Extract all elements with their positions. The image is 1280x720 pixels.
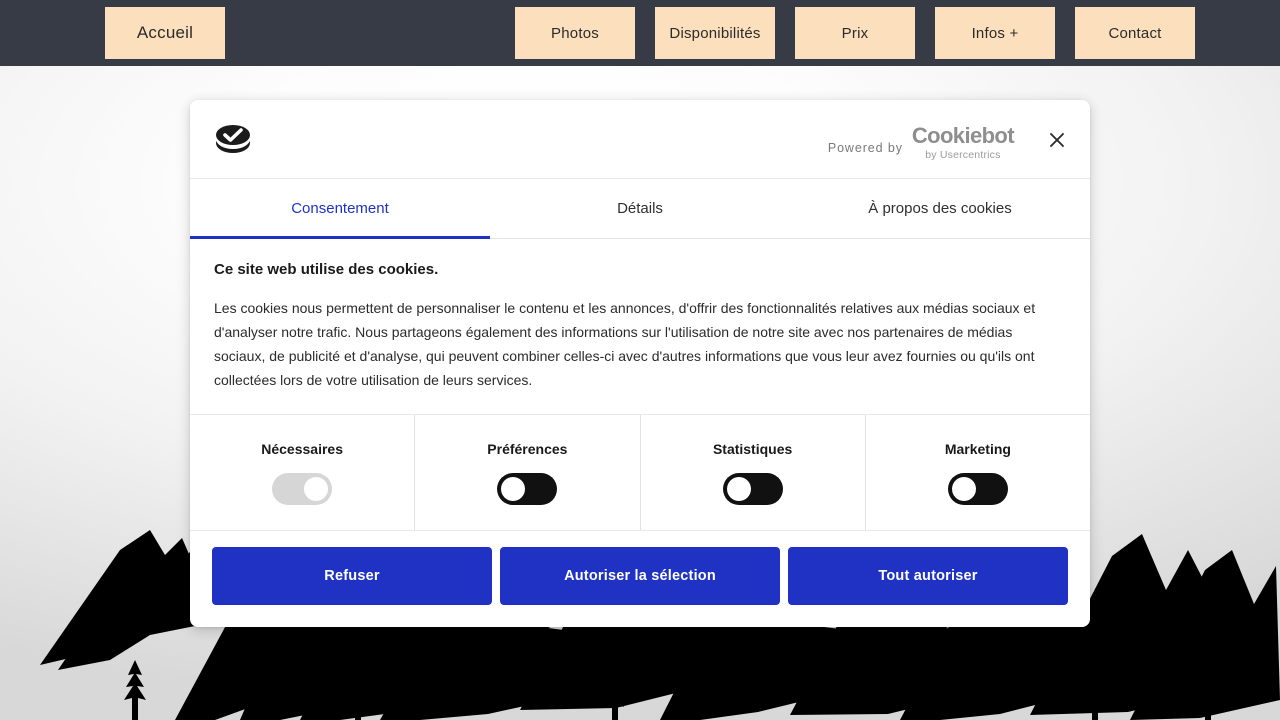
tab-label: À propos des cookies bbox=[868, 200, 1012, 217]
refuse-button[interactable]: Refuser bbox=[212, 547, 492, 605]
nav-item-label: Photos bbox=[551, 24, 599, 42]
nav-item-accueil[interactable]: Accueil bbox=[105, 7, 225, 59]
dialog-tabs: Consentement Détails À propos des cookie… bbox=[190, 179, 1090, 239]
nav-item-prix[interactable]: Prix bbox=[795, 7, 915, 59]
toggle-marketing[interactable] bbox=[947, 472, 1008, 505]
tab-label: Consentement bbox=[291, 200, 389, 217]
toggle-knob bbox=[951, 476, 976, 501]
cookiebot-brand: Cookiebot by Usercentrics bbox=[911, 123, 1015, 162]
consent-categories: Nécessaires Préférences Statistiques Mar… bbox=[190, 415, 1090, 531]
nav-item-contact[interactable]: Contact bbox=[1075, 7, 1195, 59]
category-label: Marketing bbox=[944, 440, 1011, 457]
category-label: Nécessaires bbox=[261, 440, 343, 457]
category-label: Statistiques bbox=[712, 440, 793, 457]
toggle-knob bbox=[304, 476, 329, 501]
powered-by-label: Powered by bbox=[827, 141, 903, 155]
cookiebot-brand-subtitle: by Usercentrics bbox=[925, 149, 1001, 161]
dialog-body: Ce site web utilise des cookies. Les coo… bbox=[190, 239, 1090, 415]
dialog-heading: Ce site web utilise des cookies. bbox=[214, 261, 439, 278]
top-navigation-bar: Accueil Photos Disponibilités Prix Infos… bbox=[0, 0, 1280, 66]
toggle-statistiques[interactable] bbox=[722, 472, 783, 505]
dialog-paragraph: Les cookies nous permettent de personnal… bbox=[214, 300, 1036, 388]
cookiebot-brand-name: Cookiebot bbox=[911, 123, 1015, 148]
dialog-header: Powered by Cookiebot by Usercentrics bbox=[190, 100, 1090, 179]
cookie-check-icon bbox=[213, 121, 253, 157]
nav-item-photos[interactable]: Photos bbox=[515, 7, 635, 59]
toggle-knob bbox=[726, 476, 751, 501]
toggle-necessaires bbox=[272, 472, 333, 505]
allow-selection-button[interactable]: Autoriser la sélection bbox=[500, 547, 780, 605]
allow-all-button[interactable]: Tout autoriser bbox=[788, 547, 1068, 605]
tab-a-propos-des-cookies[interactable]: À propos des cookies bbox=[790, 179, 1090, 238]
nav-item-label: Accueil bbox=[136, 23, 194, 42]
page-root: Accueil Photos Disponibilités Prix Infos… bbox=[0, 0, 1280, 720]
nav-item-label: Disponibilités bbox=[669, 24, 761, 42]
dialog-footer: Refuser Autoriser la sélection Tout auto… bbox=[190, 531, 1090, 627]
tab-details[interactable]: Détails bbox=[490, 179, 790, 238]
category-preferences: Préférences bbox=[415, 415, 641, 530]
nav-item-label: Contact bbox=[1108, 24, 1162, 42]
nav-item-disponibilites[interactable]: Disponibilités bbox=[655, 7, 775, 59]
close-icon[interactable] bbox=[1042, 125, 1072, 155]
powered-by-cookiebot: Powered by Cookiebot by Usercentrics bbox=[827, 123, 1015, 162]
toggle-knob bbox=[501, 476, 526, 501]
nav-item-label: Infos + bbox=[971, 24, 1019, 42]
category-necessaires: Nécessaires bbox=[190, 415, 416, 530]
nav-item-infos-plus[interactable]: Infos + bbox=[935, 7, 1055, 59]
tab-consentement[interactable]: Consentement bbox=[190, 179, 490, 239]
category-statistiques: Statistiques bbox=[641, 415, 866, 530]
tab-label: Détails bbox=[617, 200, 663, 217]
nav-item-label: Prix bbox=[841, 24, 869, 42]
category-marketing: Marketing bbox=[866, 415, 1090, 530]
category-label: Préférences bbox=[487, 440, 568, 457]
cookie-consent-dialog: Powered by Cookiebot by Usercentrics Con… bbox=[190, 100, 1090, 627]
toggle-preferences[interactable] bbox=[497, 472, 558, 505]
